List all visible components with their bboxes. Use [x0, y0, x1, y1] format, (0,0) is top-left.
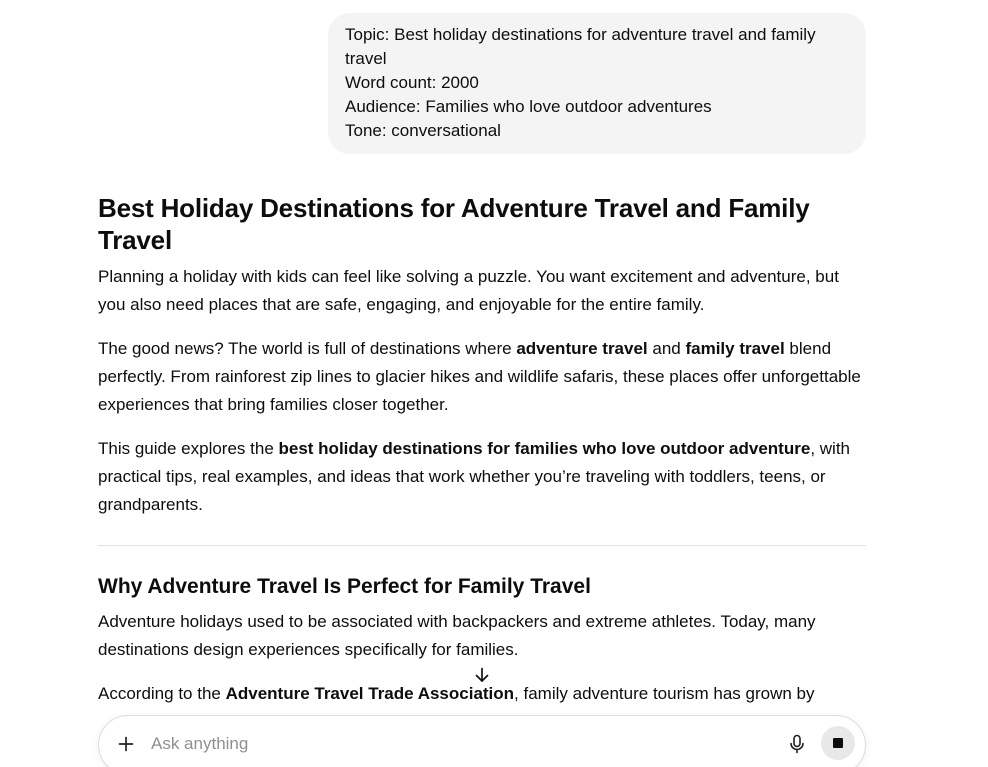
user-message-bubble: Topic: Best holiday destinations for adv…: [328, 13, 866, 154]
assistant-response: Best Holiday Destinations for Adventure …: [98, 192, 866, 724]
stop-icon: [833, 738, 843, 748]
plus-icon: [118, 736, 134, 752]
microphone-icon: [790, 734, 804, 754]
section-heading: Why Adventure Travel Is Perfect for Fami…: [98, 575, 591, 598]
user-message-line: Topic: Best holiday destinations for adv…: [345, 25, 816, 68]
text-run: The good news? The world is full of dest…: [98, 339, 517, 358]
arrow-down-icon: [475, 667, 489, 682]
stop-generating-button[interactable]: [821, 726, 855, 760]
composer: [98, 715, 866, 767]
user-message-line: Word count: 2000: [345, 73, 479, 92]
text-run: According to the: [98, 684, 226, 703]
scroll-to-bottom-button[interactable]: [467, 660, 497, 690]
text-run: This guide explores the: [98, 439, 279, 458]
bold-text: family travel: [685, 339, 785, 358]
intro-paragraph-1: Planning a holiday with kids can feel li…: [98, 267, 839, 314]
bold-text: best holiday destinations for families w…: [278, 439, 811, 458]
chat-page: Topic: Best holiday destinations for adv…: [0, 0, 988, 767]
user-message-line: Tone: conversational: [345, 121, 501, 140]
section-paragraph-1: Adventure holidays used to be associated…: [98, 612, 816, 659]
intro-paragraph-3: This guide explores the best holiday des…: [98, 435, 866, 519]
add-attachment-button[interactable]: [113, 731, 139, 757]
dictate-button[interactable]: [785, 732, 809, 756]
section-divider: [98, 545, 866, 546]
intro-paragraph-2: The good news? The world is full of dest…: [98, 335, 866, 419]
text-run: , family adventure tourism has grown by: [514, 684, 815, 703]
user-message-line: Audience: Families who love outdoor adve…: [345, 97, 712, 116]
bold-text: adventure travel: [516, 339, 648, 358]
article-title: Best Holiday Destinations for Adventure …: [98, 193, 810, 255]
text-run: and: [647, 339, 686, 358]
prompt-input[interactable]: [151, 730, 711, 758]
